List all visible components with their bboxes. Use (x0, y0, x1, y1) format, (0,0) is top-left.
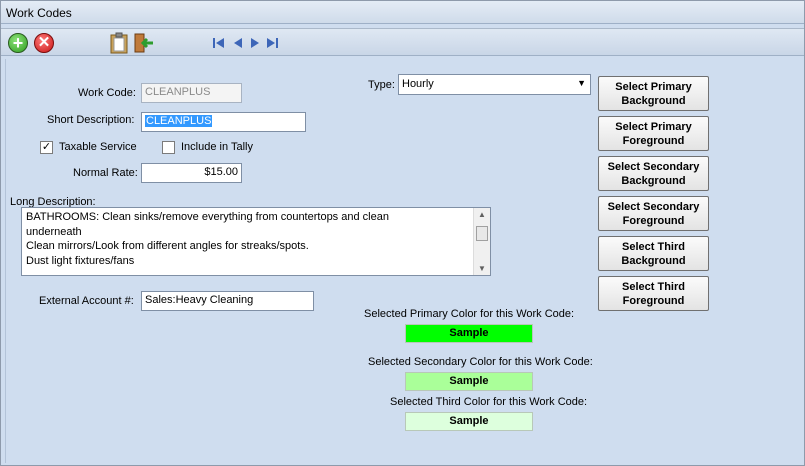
select-primary-background-button[interactable]: Select Primary Background (598, 76, 709, 111)
long-description-line: underneath (26, 225, 82, 238)
type-label: Type: (368, 79, 395, 91)
exit-button[interactable] (133, 32, 155, 54)
short-description-field[interactable]: CLEANPLUS (141, 112, 306, 132)
delete-icon: ✕ (34, 33, 54, 53)
short-description-value: CLEANPLUS (145, 115, 213, 127)
chevron-down-icon: ▼ (577, 78, 586, 88)
secondary-color-label: Selected Secondary Color for this Work C… (368, 356, 593, 368)
external-account-label: External Account #: (39, 295, 134, 307)
long-description-line: BATHROOMS: Clean sinks/remove everything… (26, 211, 389, 223)
long-description-content: BATHROOMS: Clean sinks/remove everything… (22, 208, 422, 270)
scroll-thumb[interactable] (476, 226, 488, 241)
work-code-label: Work Code: (78, 87, 136, 99)
long-description-textarea[interactable]: BATHROOMS: Clean sinks/remove everything… (21, 207, 491, 276)
last-record-icon[interactable] (265, 36, 279, 50)
work-codes-window: Work Codes + ✕ Work Code: CLEANPLUS Shor… (0, 0, 805, 466)
third-color-label: Selected Third Color for this Work Code: (390, 396, 588, 408)
secondary-color-sample: Sample (405, 372, 533, 391)
work-code-field[interactable]: CLEANPLUS (141, 83, 242, 103)
first-record-icon[interactable] (212, 36, 226, 50)
type-select[interactable]: Hourly ▼ (398, 74, 591, 95)
primary-color-label: Selected Primary Color for this Work Cod… (364, 308, 575, 320)
scroll-down-icon[interactable]: ▼ (478, 264, 486, 273)
include-in-tally-checkbox[interactable] (162, 141, 175, 154)
previous-record-icon[interactable] (231, 36, 245, 50)
taxable-service-label: Taxable Service (59, 141, 137, 153)
select-third-foreground-button[interactable]: Select Third Foreground (598, 276, 709, 311)
select-secondary-foreground-button[interactable]: Select Secondary Foreground (598, 196, 709, 231)
external-account-field[interactable]: Sales:Heavy Cleaning (141, 291, 314, 311)
type-select-value: Hourly (402, 78, 434, 90)
third-color-sample: Sample (405, 412, 533, 431)
delete-button[interactable]: ✕ (33, 32, 55, 54)
add-icon: + (8, 33, 28, 53)
select-third-background-button[interactable]: Select Third Background (598, 236, 709, 271)
next-record-icon[interactable] (248, 36, 262, 50)
long-description-scrollbar[interactable]: ▲ ▼ (473, 208, 490, 275)
clipboard-icon (110, 32, 128, 54)
clipboard-button[interactable] (108, 32, 130, 54)
toolbar: + ✕ (1, 28, 804, 56)
normal-rate-label: Normal Rate: (73, 167, 138, 179)
short-description-label: Short Description: (47, 114, 135, 126)
exit-door-icon (134, 33, 153, 53)
add-button[interactable]: + (7, 32, 29, 54)
select-secondary-background-button[interactable]: Select Secondary Background (598, 156, 709, 191)
normal-rate-field[interactable]: $15.00 (141, 163, 242, 183)
include-in-tally-label: Include in Tally (181, 141, 253, 153)
taxable-service-checkbox[interactable]: ✓ (40, 141, 53, 154)
primary-color-sample: Sample (405, 324, 533, 343)
select-primary-foreground-button[interactable]: Select Primary Foreground (598, 116, 709, 151)
scroll-up-icon[interactable]: ▲ (478, 210, 486, 219)
long-description-line: Clean mirrors/Look from different angles… (26, 240, 309, 252)
window-title: Work Codes (1, 1, 804, 24)
long-description-line: Dust light fixtures/fans (26, 254, 135, 267)
